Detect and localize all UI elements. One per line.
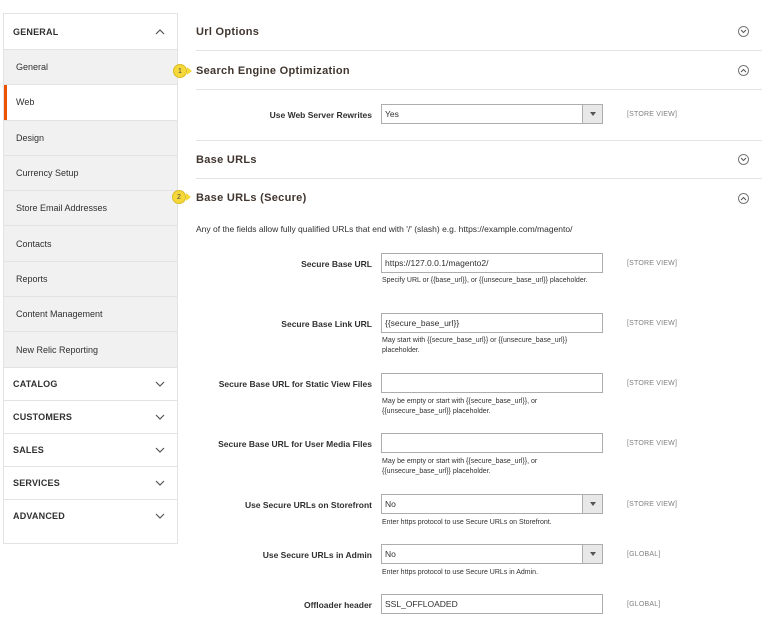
- scope-label: [STORE VIEW]: [627, 260, 678, 267]
- secure-user-media-files-input[interactable]: [381, 433, 603, 453]
- field-note: Enter https protocol to use Secure URLs …: [382, 569, 539, 576]
- sidebar-item-store-email-addresses[interactable]: Store Email Addresses: [4, 191, 177, 227]
- section-seo[interactable]: Search Engine Optimization: [196, 52, 762, 90]
- field-label: Use Secure URLs on Storefront: [244, 500, 372, 510]
- section-title: Url Options: [196, 25, 260, 38]
- scope-label: [STORE VIEW]: [627, 501, 678, 508]
- field-note: Specify URL or {{base_url}}, or {{unsecu…: [382, 277, 588, 284]
- chevron-down-icon: [153, 443, 167, 457]
- field-note: Enter https protocol to use Secure URLs …: [382, 519, 552, 526]
- callout-badge-2: 2: [172, 190, 186, 204]
- sidebar-group-sales[interactable]: SALES: [4, 434, 177, 467]
- sidebar-item-web[interactable]: Web: [4, 85, 177, 121]
- secure-base-url-input[interactable]: https://127.0.0.1/magento2/: [381, 253, 603, 273]
- field-label: Use Secure URLs in Admin: [262, 550, 372, 560]
- section-title: Base URLs: [196, 153, 257, 166]
- scope-label: [STORE VIEW]: [627, 440, 678, 447]
- field-label: Offloader header: [303, 600, 372, 610]
- callout-badge-1: 1: [173, 64, 187, 78]
- collapse-circle-up-icon: [738, 192, 749, 204]
- scope-label: [STORE VIEW]: [627, 320, 678, 327]
- field-label: Secure Base URL for User Media Files: [218, 439, 372, 449]
- divider-spacer-2: [196, 102, 762, 141]
- scope-label: [GLOBAL]: [627, 551, 661, 558]
- scope-label: [STORE VIEW]: [627, 380, 678, 387]
- secure-static-view-files-input[interactable]: [381, 373, 603, 393]
- field-note: May be empty or start with {{secure_base…: [382, 398, 538, 415]
- sidebar-group-label: GENERAL: [13, 26, 59, 37]
- callout-arrow-2: [186, 193, 191, 201]
- scope-label: [GLOBAL]: [627, 601, 661, 608]
- sidebar-group-catalog[interactable]: CATALOG: [4, 368, 177, 401]
- expand-circle-down-icon: [738, 26, 749, 37]
- use-secure-urls-storefront-select[interactable]: No: [381, 494, 603, 514]
- field-note: May start with {{secure_base_url}} or {{…: [382, 337, 568, 354]
- dropdown-arrow-icon: [582, 495, 602, 513]
- use-secure-urls-admin-select[interactable]: No: [381, 544, 603, 564]
- section-base-urls-secure[interactable]: Base URLs (Secure): [196, 179, 762, 217]
- chevron-down-icon: [153, 476, 167, 490]
- sidebar-general-items: General Web Design Currency Setup Store …: [4, 50, 177, 368]
- field-label: Secure Base URL for Static View Files: [218, 379, 372, 389]
- sidebar-item-design[interactable]: Design: [4, 121, 177, 156]
- section-description: Any of the fields allow fully qualified …: [196, 224, 573, 234]
- sidebar-item-content-management[interactable]: Content Management: [4, 297, 177, 333]
- section-base-urls[interactable]: Base URLs: [196, 141, 762, 179]
- dropdown-arrow-icon: [582, 545, 602, 563]
- section-title: Base URLs (Secure): [196, 192, 307, 204]
- sidebar-group-services[interactable]: SERVICES: [4, 467, 177, 500]
- field-note: May be empty or start with {{secure_base…: [382, 458, 538, 475]
- sidebar-group-customers[interactable]: CUSTOMERS: [4, 401, 177, 434]
- sidebar-item-currency-setup[interactable]: Currency Setup: [4, 156, 177, 192]
- collapse-circle-up-icon: [738, 65, 749, 76]
- sidebar-item-general[interactable]: General: [4, 50, 177, 86]
- sidebar-item-reports[interactable]: Reports: [4, 262, 177, 298]
- field-label: Secure Base URL: [301, 259, 372, 269]
- field-label: Secure Base Link URL: [281, 319, 372, 329]
- section-url-options[interactable]: Url Options: [196, 13, 762, 51]
- config-sidebar: GENERAL General Web Design Currency Setu…: [3, 13, 178, 544]
- section-title: Search Engine Optimization: [196, 64, 350, 77]
- sidebar-item-new-relic-reporting[interactable]: New Relic Reporting: [4, 332, 177, 368]
- chevron-up-icon: [153, 25, 167, 39]
- secure-base-link-url-input[interactable]: {{secure_base_url}}: [381, 313, 603, 333]
- expand-circle-down-icon: [738, 154, 749, 165]
- sidebar-group-general[interactable]: GENERAL: [4, 14, 177, 50]
- callout-arrow-1: [187, 67, 192, 75]
- chevron-down-icon: [153, 410, 167, 424]
- sidebar-group-advanced[interactable]: ADVANCED: [4, 500, 177, 533]
- chevron-down-icon: [153, 509, 167, 523]
- chevron-down-icon: [153, 377, 167, 391]
- offloader-header-input[interactable]: SSL_OFFLOADED: [381, 594, 603, 614]
- sidebar-item-contacts[interactable]: Contacts: [4, 226, 177, 262]
